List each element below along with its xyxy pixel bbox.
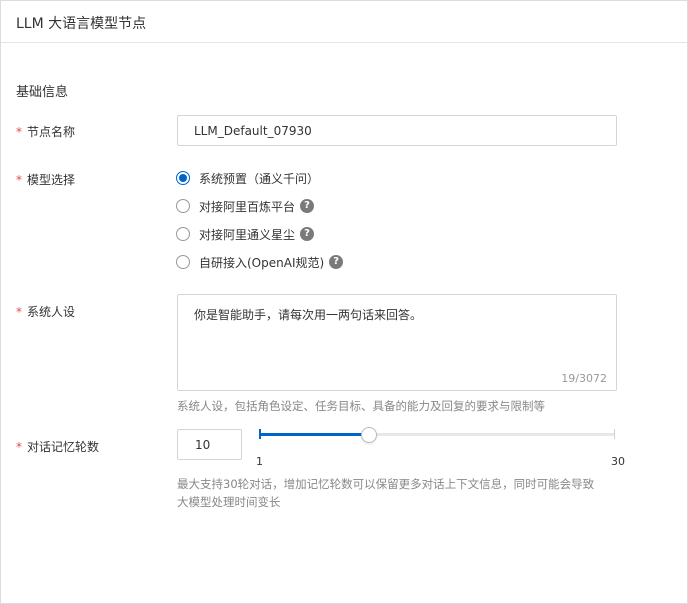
model-option-label: 对接阿里通义星尘 [199, 227, 296, 242]
question-circle-icon[interactable]: ? [329, 255, 344, 269]
persona-label: * 系统人设 [16, 303, 75, 320]
required-mark: * [16, 173, 22, 187]
question-circle-icon[interactable]: ? [300, 227, 315, 241]
memory-rounds-label-text: 对话记忆轮数 [27, 440, 100, 454]
radio-unselected[interactable] [176, 227, 190, 241]
memory-rounds-value: 10 [195, 438, 211, 452]
required-mark: * [16, 440, 22, 454]
slider-start-mark [259, 429, 261, 439]
memory-hint-line-2: 大模型处理时间变长 [177, 495, 281, 509]
required-mark: * [16, 305, 22, 319]
slider-handle[interactable] [361, 427, 377, 443]
question-circle-icon[interactable]: ? [300, 199, 315, 213]
model-select-label: * 模型选择 [16, 171, 75, 188]
model-option-label: 自研接入(OpenAI规范) [199, 255, 325, 270]
radio-unselected[interactable] [176, 255, 190, 269]
persona-label-text: 系统人设 [27, 305, 76, 319]
required-mark: * [16, 125, 22, 139]
memory-hint-line-1: 最大支持30轮对话，增加记忆轮数可以保留更多对话上下文信息，同时可能会导致 [177, 477, 595, 491]
section-title-basic-info: 基础信息 [16, 85, 69, 100]
panel-title: LLM 大语言模型节点 [16, 16, 147, 32]
node-name-label-text: 节点名称 [27, 125, 76, 139]
slider-end-mark [614, 429, 615, 439]
model-option-self-developed[interactable]: 自研接入(OpenAI规范) ? [176, 253, 344, 271]
persona-char-counter: 19/3072 [561, 372, 607, 385]
model-option-label: 系统预置（通义千问） [199, 171, 320, 186]
radio-unselected[interactable] [176, 199, 190, 213]
persona-hint: 系统人设，包括角色设定、任务目标、具备的能力及回复的要求与限制等 [177, 399, 545, 413]
slider-max-label: 30 [611, 455, 625, 468]
model-select-label-text: 模型选择 [27, 173, 76, 187]
radio-selected[interactable] [176, 171, 190, 185]
persona-value: 你是智能助手，请每次用一两句话来回答。 [194, 308, 423, 322]
model-option-xingchen[interactable]: 对接阿里通义星尘 ? [176, 225, 315, 243]
persona-textarea[interactable]: 你是智能助手，请每次用一两句话来回答。 19/3072 [177, 294, 617, 391]
node-name-input[interactable]: LLM_Default_07930 [177, 115, 617, 146]
model-option-label: 对接阿里百炼平台 [199, 199, 296, 214]
node-name-label: * 节点名称 [16, 123, 75, 140]
memory-rounds-slider[interactable] [259, 427, 617, 447]
model-option-system-preset[interactable]: 系统预置（通义千问） [176, 169, 319, 187]
slider-fill [259, 433, 369, 436]
panel-header: LLM 大语言模型节点 [1, 1, 687, 43]
memory-rounds-input[interactable]: 10 [177, 429, 242, 460]
model-option-bailian[interactable]: 对接阿里百炼平台 ? [176, 197, 315, 215]
memory-rounds-label: * 对话记忆轮数 [16, 438, 99, 455]
llm-node-panel: LLM 大语言模型节点 基础信息 * 节点名称 LLM_Default_07930… [0, 0, 688, 604]
node-name-value: LLM_Default_07930 [194, 124, 312, 138]
slider-min-label: 1 [256, 455, 263, 468]
